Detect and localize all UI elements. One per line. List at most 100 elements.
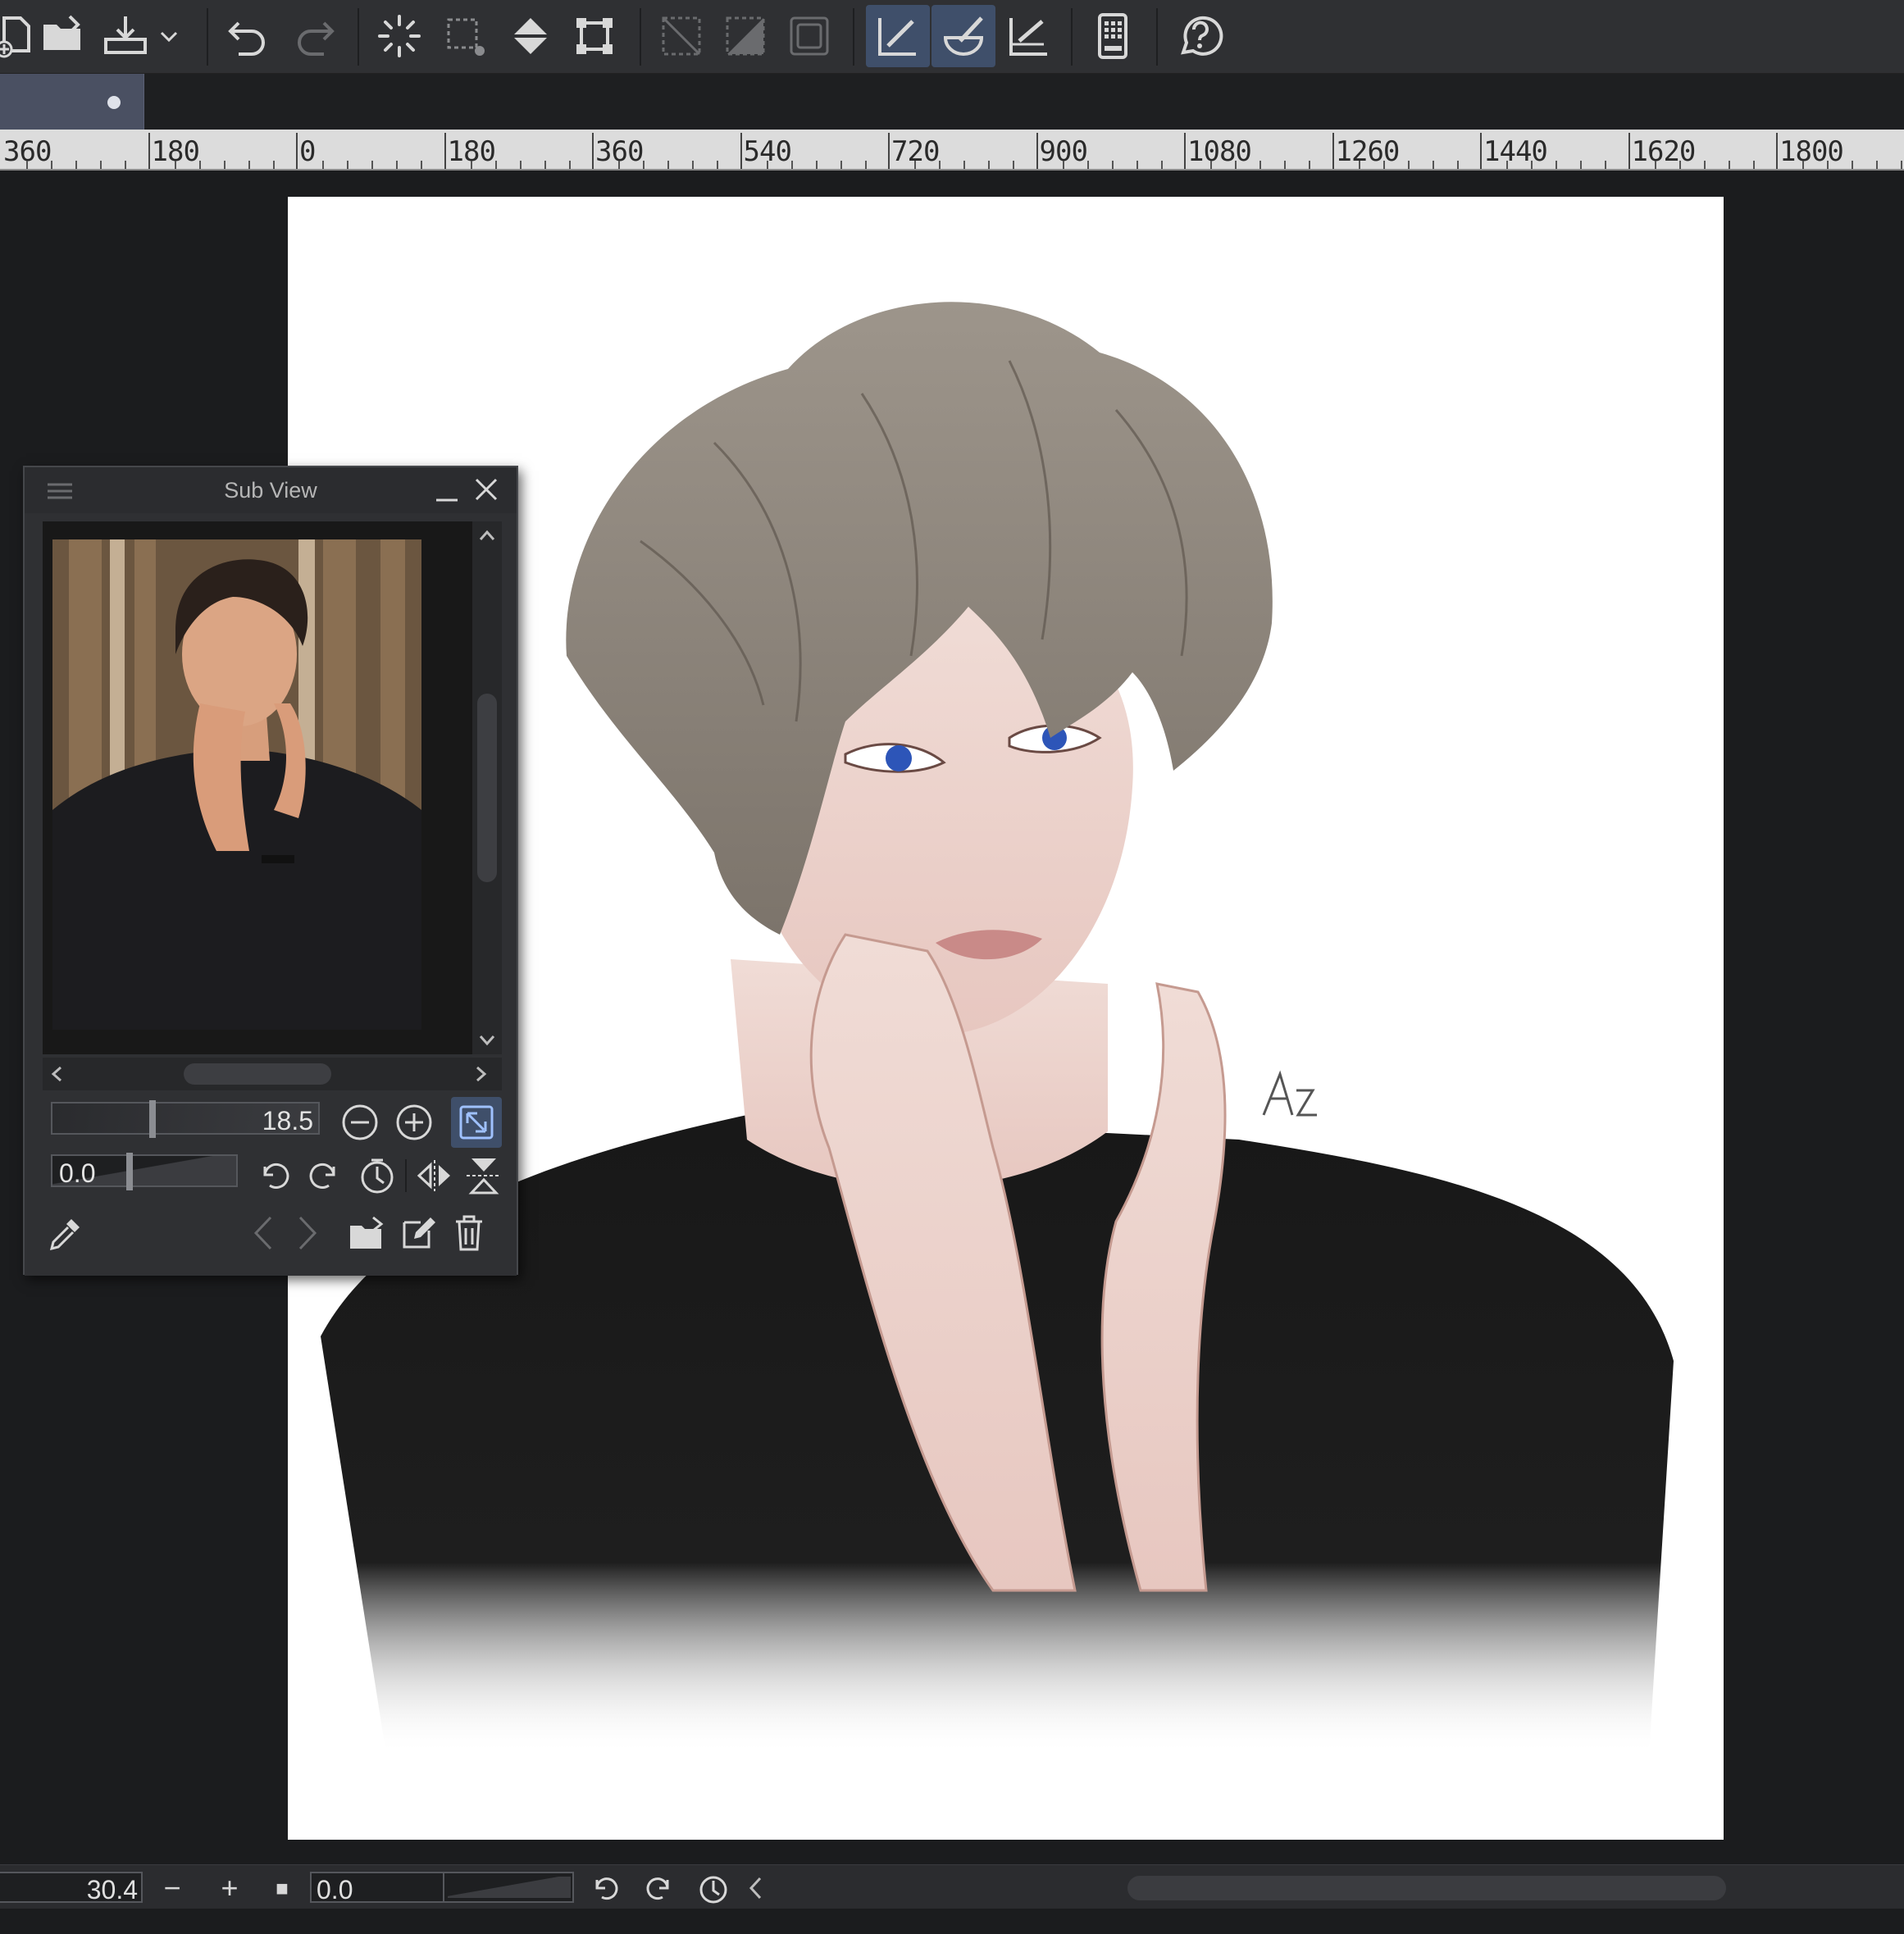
edit-image-icon[interactable] bbox=[397, 1212, 440, 1254]
ruler-minor-tick bbox=[1605, 161, 1607, 169]
ruler-minor-tick bbox=[1210, 161, 1213, 169]
canvas-rotate-left-icon[interactable] bbox=[587, 1872, 623, 1904]
ruler-minor-tick bbox=[26, 161, 29, 169]
ruler-minor-tick bbox=[1703, 161, 1706, 169]
ruler-label: 1620 bbox=[1631, 135, 1697, 168]
rotate-left-icon[interactable] bbox=[254, 1156, 294, 1195]
canvas-zoom-out-button[interactable]: − bbox=[156, 1871, 189, 1904]
flip-vertical-icon[interactable] bbox=[462, 1153, 505, 1199]
ruler-minor-tick bbox=[1358, 161, 1360, 169]
canvas-zoom-value: 30.4 bbox=[86, 1875, 138, 1904]
loading-select-icon[interactable] bbox=[371, 5, 428, 67]
selection-border-icon[interactable] bbox=[781, 5, 838, 67]
ruler-minor-tick bbox=[1679, 161, 1681, 169]
help-icon[interactable] bbox=[1171, 5, 1228, 67]
ruler-minor-tick bbox=[1111, 161, 1114, 169]
rotation-slider[interactable]: 0.0 bbox=[51, 1153, 238, 1190]
fit-to-window-icon[interactable] bbox=[451, 1097, 502, 1148]
canvas-zoom-in-button[interactable]: + bbox=[213, 1871, 246, 1904]
chevron-down-icon[interactable] bbox=[153, 5, 185, 67]
ruler-minor-tick bbox=[840, 161, 842, 169]
ruler-minor-tick bbox=[914, 161, 917, 169]
minimize-icon[interactable] bbox=[435, 479, 459, 507]
horizontal-ruler: 360 180 0 180 360 540 720 900 1080 1260 1440 1620 18… bbox=[0, 130, 1904, 171]
ruler-minor-tick bbox=[519, 161, 522, 169]
ruler-minor-tick bbox=[347, 161, 349, 169]
artist-signature bbox=[1262, 1070, 1317, 1117]
sub-view-panel[interactable]: Sub View 18.5 0.0 bbox=[23, 466, 518, 1276]
ruler-minor-tick bbox=[100, 161, 102, 169]
ruler-minor-tick bbox=[1556, 161, 1558, 169]
canvas-rotation-field[interactable]: 0.0 bbox=[310, 1872, 574, 1904]
zoom-value: 18.5 bbox=[262, 1106, 313, 1135]
zoom-out-icon[interactable] bbox=[339, 1102, 380, 1143]
import-image-icon[interactable] bbox=[344, 1212, 390, 1254]
ruler-major-tick bbox=[1036, 133, 1038, 169]
close-icon[interactable] bbox=[474, 477, 499, 506]
eyedropper-icon[interactable] bbox=[43, 1210, 89, 1256]
vertical-scroll-thumb[interactable] bbox=[477, 694, 497, 882]
canvas-tab[interactable] bbox=[0, 74, 144, 130]
horizontal-scrollbar[interactable] bbox=[43, 1058, 502, 1090]
collapse-left-icon[interactable] bbox=[743, 1873, 768, 1903]
device-settings-icon[interactable] bbox=[1084, 5, 1141, 67]
flip-horizontal-icon[interactable] bbox=[413, 1156, 456, 1195]
ruler-minor-tick bbox=[864, 161, 867, 169]
scroll-left-icon[interactable] bbox=[51, 1066, 62, 1082]
ruler-snap-icon[interactable] bbox=[1000, 5, 1058, 67]
delete-icon[interactable] bbox=[448, 1210, 490, 1256]
transform-icon[interactable] bbox=[566, 5, 623, 67]
main-toolbar bbox=[0, 0, 1904, 74]
ruler-minor-tick bbox=[421, 161, 423, 169]
previous-image-icon[interactable] bbox=[246, 1212, 280, 1254]
rotation-slider-handle[interactable] bbox=[126, 1153, 133, 1190]
zoom-in-icon[interactable] bbox=[394, 1102, 435, 1143]
horizontal-scroll-thumb[interactable] bbox=[184, 1063, 331, 1085]
vertical-scrollbar[interactable] bbox=[472, 521, 502, 1054]
rotate-right-icon[interactable] bbox=[305, 1156, 344, 1195]
save-icon[interactable] bbox=[97, 5, 154, 67]
marquee-icon[interactable] bbox=[436, 5, 494, 67]
ruler-minor-tick bbox=[1506, 161, 1509, 169]
open-folder-icon[interactable] bbox=[34, 5, 92, 67]
sub-view-title-bar[interactable]: Sub View bbox=[25, 467, 517, 513]
brush-stabilizer-icon[interactable] bbox=[932, 5, 995, 67]
canvas-zoom-field[interactable]: 30.4 bbox=[0, 1872, 143, 1904]
pen-pressure-icon[interactable] bbox=[866, 5, 930, 67]
selection-clear-icon[interactable] bbox=[653, 5, 710, 67]
ruler-major-tick bbox=[296, 133, 298, 169]
ruler-minor-tick bbox=[1062, 161, 1064, 169]
scroll-up-icon[interactable] bbox=[479, 530, 495, 541]
ruler-label: 1260 bbox=[1335, 135, 1401, 168]
reference-photo bbox=[52, 539, 421, 1030]
ruler-minor-tick bbox=[692, 161, 695, 169]
ruler-label: 1080 bbox=[1187, 135, 1252, 168]
ruler-minor-tick bbox=[766, 161, 768, 169]
ruler-minor-tick bbox=[790, 161, 793, 169]
ruler-minor-tick bbox=[125, 161, 127, 169]
scroll-right-icon[interactable] bbox=[476, 1066, 487, 1082]
ruler-minor-tick bbox=[1852, 161, 1854, 169]
redo-icon[interactable] bbox=[285, 5, 343, 67]
canvas-reset-rotation-icon[interactable] bbox=[695, 1870, 731, 1906]
scroll-down-icon[interactable] bbox=[479, 1035, 495, 1046]
canvas-rotate-right-icon[interactable] bbox=[641, 1872, 677, 1904]
ruler-major-tick bbox=[740, 133, 742, 169]
ruler-minor-tick bbox=[1827, 161, 1829, 169]
zoom-slider[interactable]: 18.5 bbox=[51, 1100, 320, 1138]
reset-rotation-icon[interactable] bbox=[356, 1154, 399, 1197]
undo-icon[interactable] bbox=[220, 5, 277, 67]
ruler-minor-tick bbox=[371, 161, 374, 169]
ruler-minor-tick bbox=[988, 161, 991, 169]
zoom-slider-handle[interactable] bbox=[149, 1100, 156, 1138]
ruler-minor-tick bbox=[1580, 161, 1583, 169]
next-image-icon[interactable] bbox=[290, 1212, 325, 1254]
selection-invert-icon[interactable] bbox=[717, 5, 774, 67]
canvas-horizontal-scrollbar[interactable] bbox=[1127, 1876, 1726, 1900]
fill-bucket-icon[interactable] bbox=[502, 5, 559, 67]
canvas-tab-bar bbox=[0, 74, 1904, 130]
ruler-label: 1440 bbox=[1483, 135, 1548, 168]
canvas-fit-button[interactable]: ■ bbox=[266, 1873, 298, 1903]
sub-view-controls: 18.5 0.0 bbox=[25, 1095, 517, 1276]
ruler-major-tick bbox=[1776, 133, 1778, 169]
